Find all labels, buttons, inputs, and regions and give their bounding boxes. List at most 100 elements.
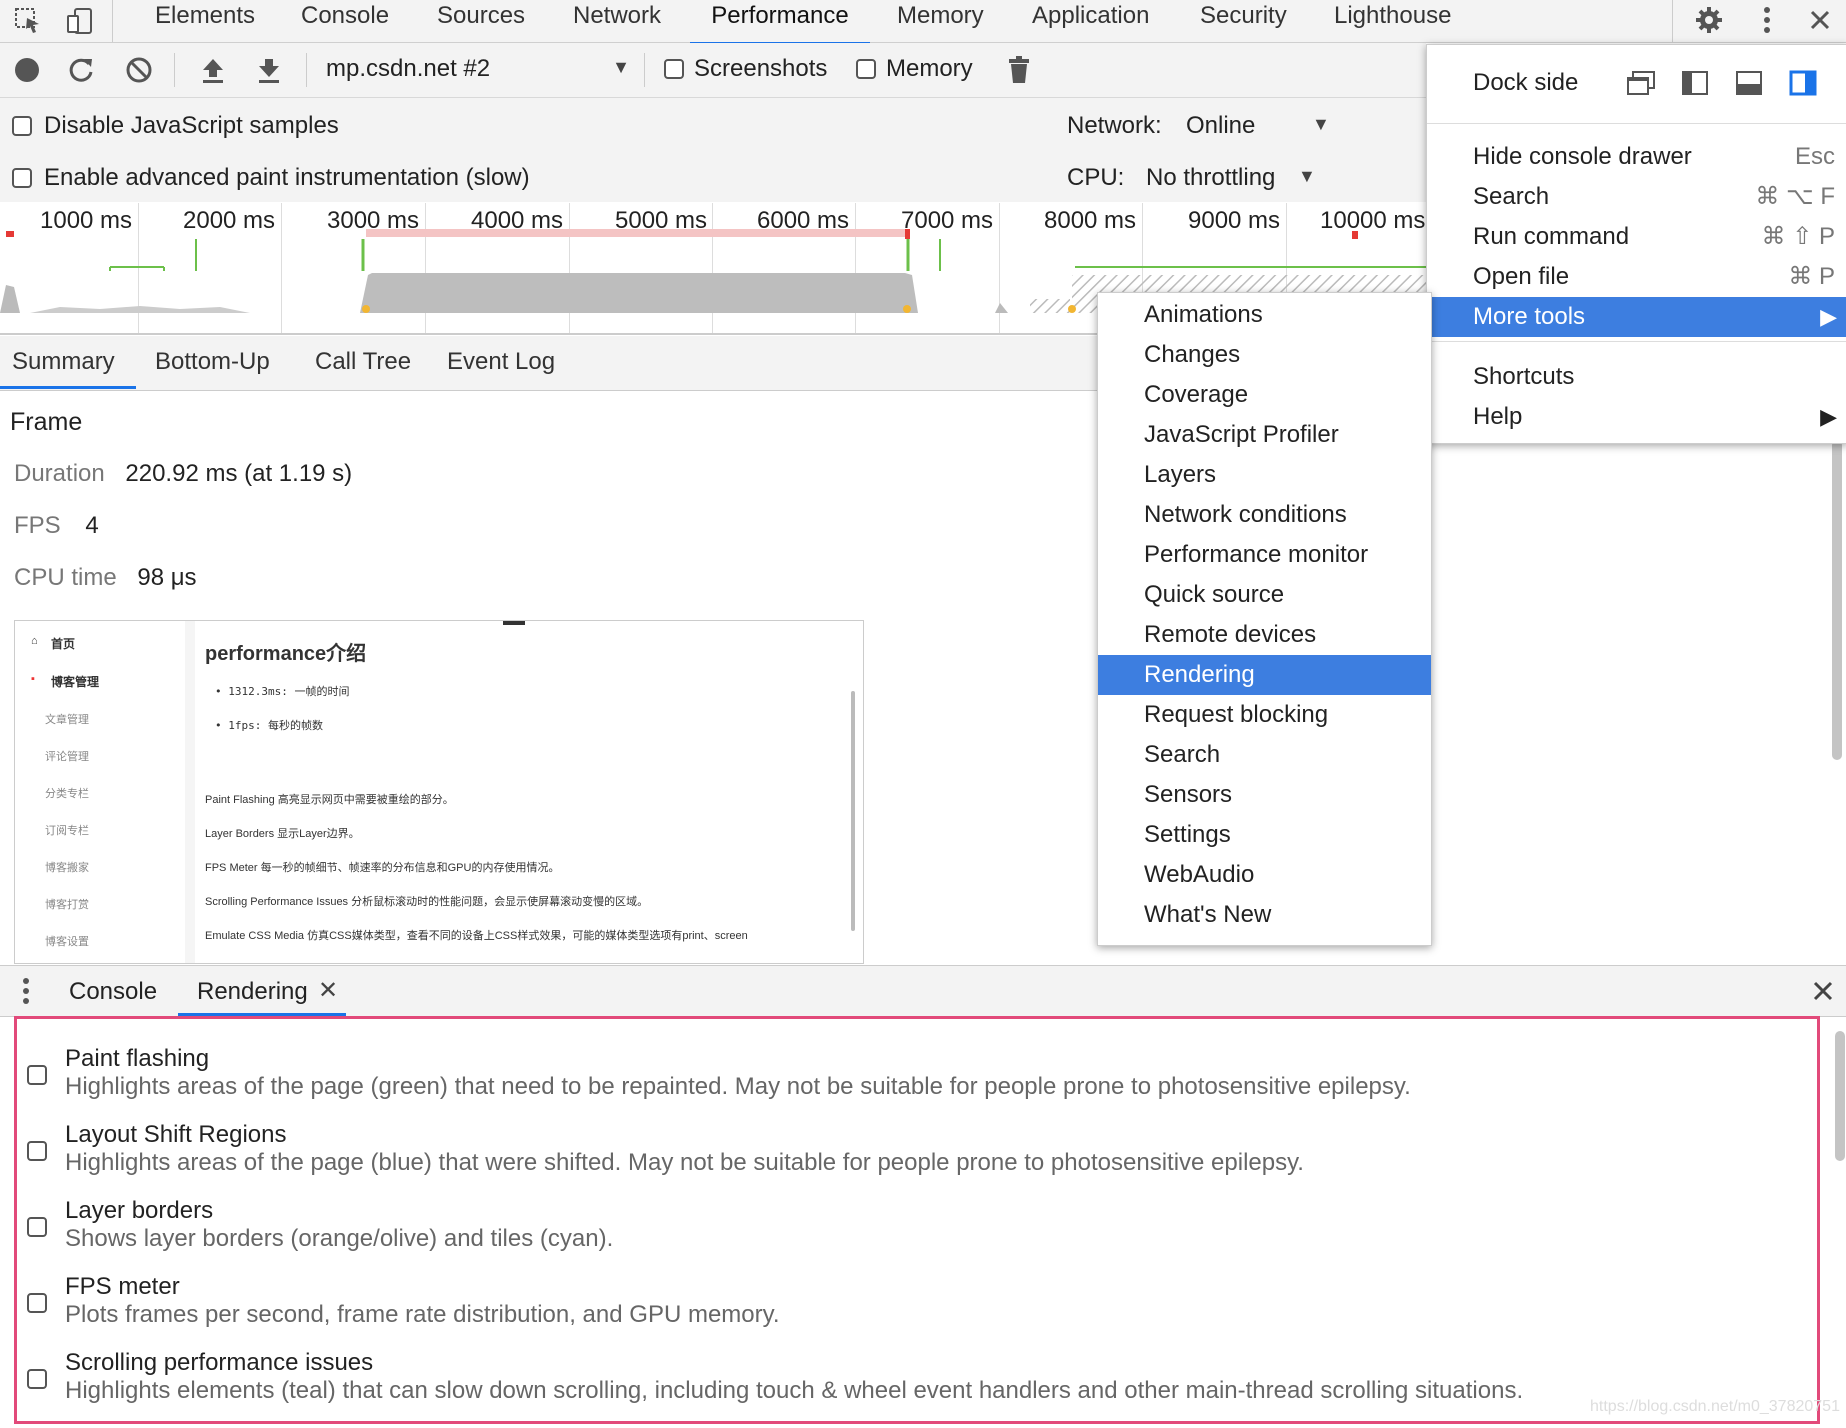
submenu-item-settings[interactable]: Settings: [1098, 815, 1431, 855]
submenu-item-performance-monitor[interactable]: Performance monitor: [1098, 535, 1431, 575]
scrolling-performance-checkbox[interactable]: [27, 1369, 47, 1389]
checkbox-box[interactable]: [12, 116, 32, 136]
menu-item-shortcuts[interactable]: Shortcuts: [1427, 357, 1846, 397]
menu-item-run-command[interactable]: Run command ⌘ ⇧ P: [1427, 217, 1846, 257]
tab-call-tree[interactable]: Call Tree: [315, 348, 411, 376]
dock-right-icon[interactable]: [1785, 67, 1821, 99]
submenu-arrow-icon: ▶: [1820, 404, 1837, 429]
kebab-menu-icon[interactable]: [1750, 2, 1784, 38]
cpu-throttle-select[interactable]: No throttling ▼: [1146, 162, 1326, 192]
tab-application[interactable]: Application: [1032, 0, 1149, 42]
submenu-item-network-conditions[interactable]: Network conditions: [1098, 495, 1431, 535]
divider: [306, 53, 307, 87]
network-throttle-select[interactable]: Online ▼: [1186, 110, 1366, 140]
checkbox-box[interactable]: [856, 59, 876, 79]
thumbnail-line: Layer Borders 显示Layer边界。: [205, 828, 360, 840]
cpu-time-value: 98 μs: [137, 564, 197, 591]
submenu-item-webaudio[interactable]: WebAudio: [1098, 855, 1431, 895]
fps-meter-checkbox[interactable]: [27, 1293, 47, 1313]
menu-item-label: More tools: [1473, 303, 1586, 330]
devtools-tabbar: Elements Console Sources Network Perform…: [0, 0, 1846, 45]
tab-event-log[interactable]: Event Log: [447, 348, 555, 376]
drawer-tab-console[interactable]: Console: [69, 978, 157, 1006]
checkbox-box[interactable]: [12, 168, 32, 188]
close-tab-icon[interactable]: ✕: [318, 976, 338, 1005]
menu-separator: [1427, 341, 1846, 342]
tab-security[interactable]: Security: [1200, 0, 1287, 42]
submenu-item-whats-new[interactable]: What's New: [1098, 895, 1431, 935]
dock-bottom-icon[interactable]: [1731, 67, 1767, 99]
menu-item-open-file[interactable]: Open file ⌘ P: [1427, 257, 1846, 297]
submenu-item-search[interactable]: Search: [1098, 735, 1431, 775]
menu-item-help[interactable]: Help ▶: [1427, 397, 1846, 437]
tab-lighthouse[interactable]: Lighthouse: [1334, 0, 1451, 42]
tab-network[interactable]: Network: [573, 0, 661, 42]
rendering-option[interactable]: Scrolling performance issues Highlights …: [27, 1349, 1727, 1405]
submenu-item-changes[interactable]: Changes: [1098, 335, 1431, 375]
close-icon[interactable]: [1802, 2, 1838, 38]
trash-icon[interactable]: [1002, 53, 1036, 87]
blog-icon: ▪: [31, 673, 35, 685]
dock-left-icon[interactable]: [1677, 67, 1713, 99]
upload-icon[interactable]: [196, 53, 230, 87]
menu-item-search[interactable]: Search ⌘ ⌥ F: [1427, 177, 1846, 217]
menu-item-label: Run command: [1473, 223, 1630, 250]
device-toolbar-icon[interactable]: [62, 4, 98, 38]
submenu-item-javascript-profiler[interactable]: JavaScript Profiler: [1098, 415, 1431, 455]
main-scrollbar[interactable]: [1832, 440, 1842, 760]
screenshots-checkbox[interactable]: Screenshots: [664, 55, 827, 83]
sidebar-item: 订阅专栏: [45, 825, 89, 837]
rendering-option[interactable]: Layout Shift Regions Highlights areas of…: [27, 1121, 1727, 1177]
rendering-panel: Paint flashing Highlights areas of the p…: [14, 1016, 1845, 1424]
gear-icon[interactable]: [1690, 2, 1728, 38]
tab-sources[interactable]: Sources: [437, 0, 525, 42]
record-icon[interactable]: [10, 53, 44, 87]
advanced-paint-checkbox[interactable]: Enable advanced paint instrumentation (s…: [12, 164, 530, 192]
fps-row: FPS 4: [14, 512, 99, 540]
sidebar-item: 博客管理: [51, 675, 100, 689]
more-tools-submenu: Animations Changes Coverage JavaScript P…: [1097, 292, 1432, 946]
shortcut-hint: Esc: [1794, 143, 1835, 170]
tab-memory[interactable]: Memory: [897, 0, 984, 42]
divider: [644, 53, 645, 87]
target-select[interactable]: mp.csdn.net #2 ▼: [324, 53, 634, 87]
sidebar-item: 博客打赏: [45, 899, 89, 911]
submenu-item-sensors[interactable]: Sensors: [1098, 775, 1431, 815]
tab-performance[interactable]: Performance: [690, 0, 870, 45]
menu-separator: [1427, 123, 1846, 124]
close-drawer-icon[interactable]: [1808, 976, 1838, 1006]
clear-icon[interactable]: [122, 53, 156, 87]
divider: [185, 621, 195, 963]
menu-item-hide-console-drawer[interactable]: Hide console drawer Esc: [1427, 137, 1846, 177]
layer-borders-checkbox[interactable]: [27, 1217, 47, 1237]
submenu-item-rendering[interactable]: Rendering: [1098, 655, 1431, 695]
disable-js-samples-checkbox[interactable]: Disable JavaScript samples: [12, 112, 339, 140]
tab-bottom-up[interactable]: Bottom-Up: [155, 348, 270, 376]
submenu-item-coverage[interactable]: Coverage: [1098, 375, 1431, 415]
reload-icon[interactable]: [64, 53, 98, 87]
divider: [174, 53, 175, 87]
drawer-menu-icon[interactable]: [14, 974, 38, 1008]
download-icon[interactable]: [252, 53, 286, 87]
rendering-scrollbar[interactable]: [1835, 1031, 1845, 1161]
submenu-item-layers[interactable]: Layers: [1098, 455, 1431, 495]
tab-console[interactable]: Console: [301, 0, 389, 42]
rendering-option[interactable]: FPS meter Plots frames per second, frame…: [27, 1273, 1727, 1329]
rendering-option[interactable]: Paint flashing Highlights areas of the p…: [27, 1045, 1727, 1101]
menu-item-more-tools[interactable]: More tools ▶: [1427, 297, 1846, 337]
tab-elements[interactable]: Elements: [155, 0, 255, 42]
drawer-tab-rendering[interactable]: Rendering ✕: [178, 966, 346, 1016]
submenu-item-quick-source[interactable]: Quick source: [1098, 575, 1431, 615]
tab-summary[interactable]: Summary: [12, 348, 115, 376]
submenu-item-request-blocking[interactable]: Request blocking: [1098, 695, 1431, 735]
rendering-option[interactable]: Layer borders Shows layer borders (orang…: [27, 1197, 1727, 1253]
submenu-item-animations[interactable]: Animations: [1098, 295, 1431, 335]
checkbox-box[interactable]: [664, 59, 684, 79]
paint-flashing-checkbox[interactable]: [27, 1065, 47, 1085]
inspect-element-icon[interactable]: [10, 4, 46, 38]
home-icon: ⌂: [31, 635, 38, 647]
undock-icon[interactable]: [1623, 67, 1659, 99]
submenu-item-remote-devices[interactable]: Remote devices: [1098, 615, 1431, 655]
memory-checkbox[interactable]: Memory: [856, 55, 973, 83]
layout-shift-regions-checkbox[interactable]: [27, 1141, 47, 1161]
